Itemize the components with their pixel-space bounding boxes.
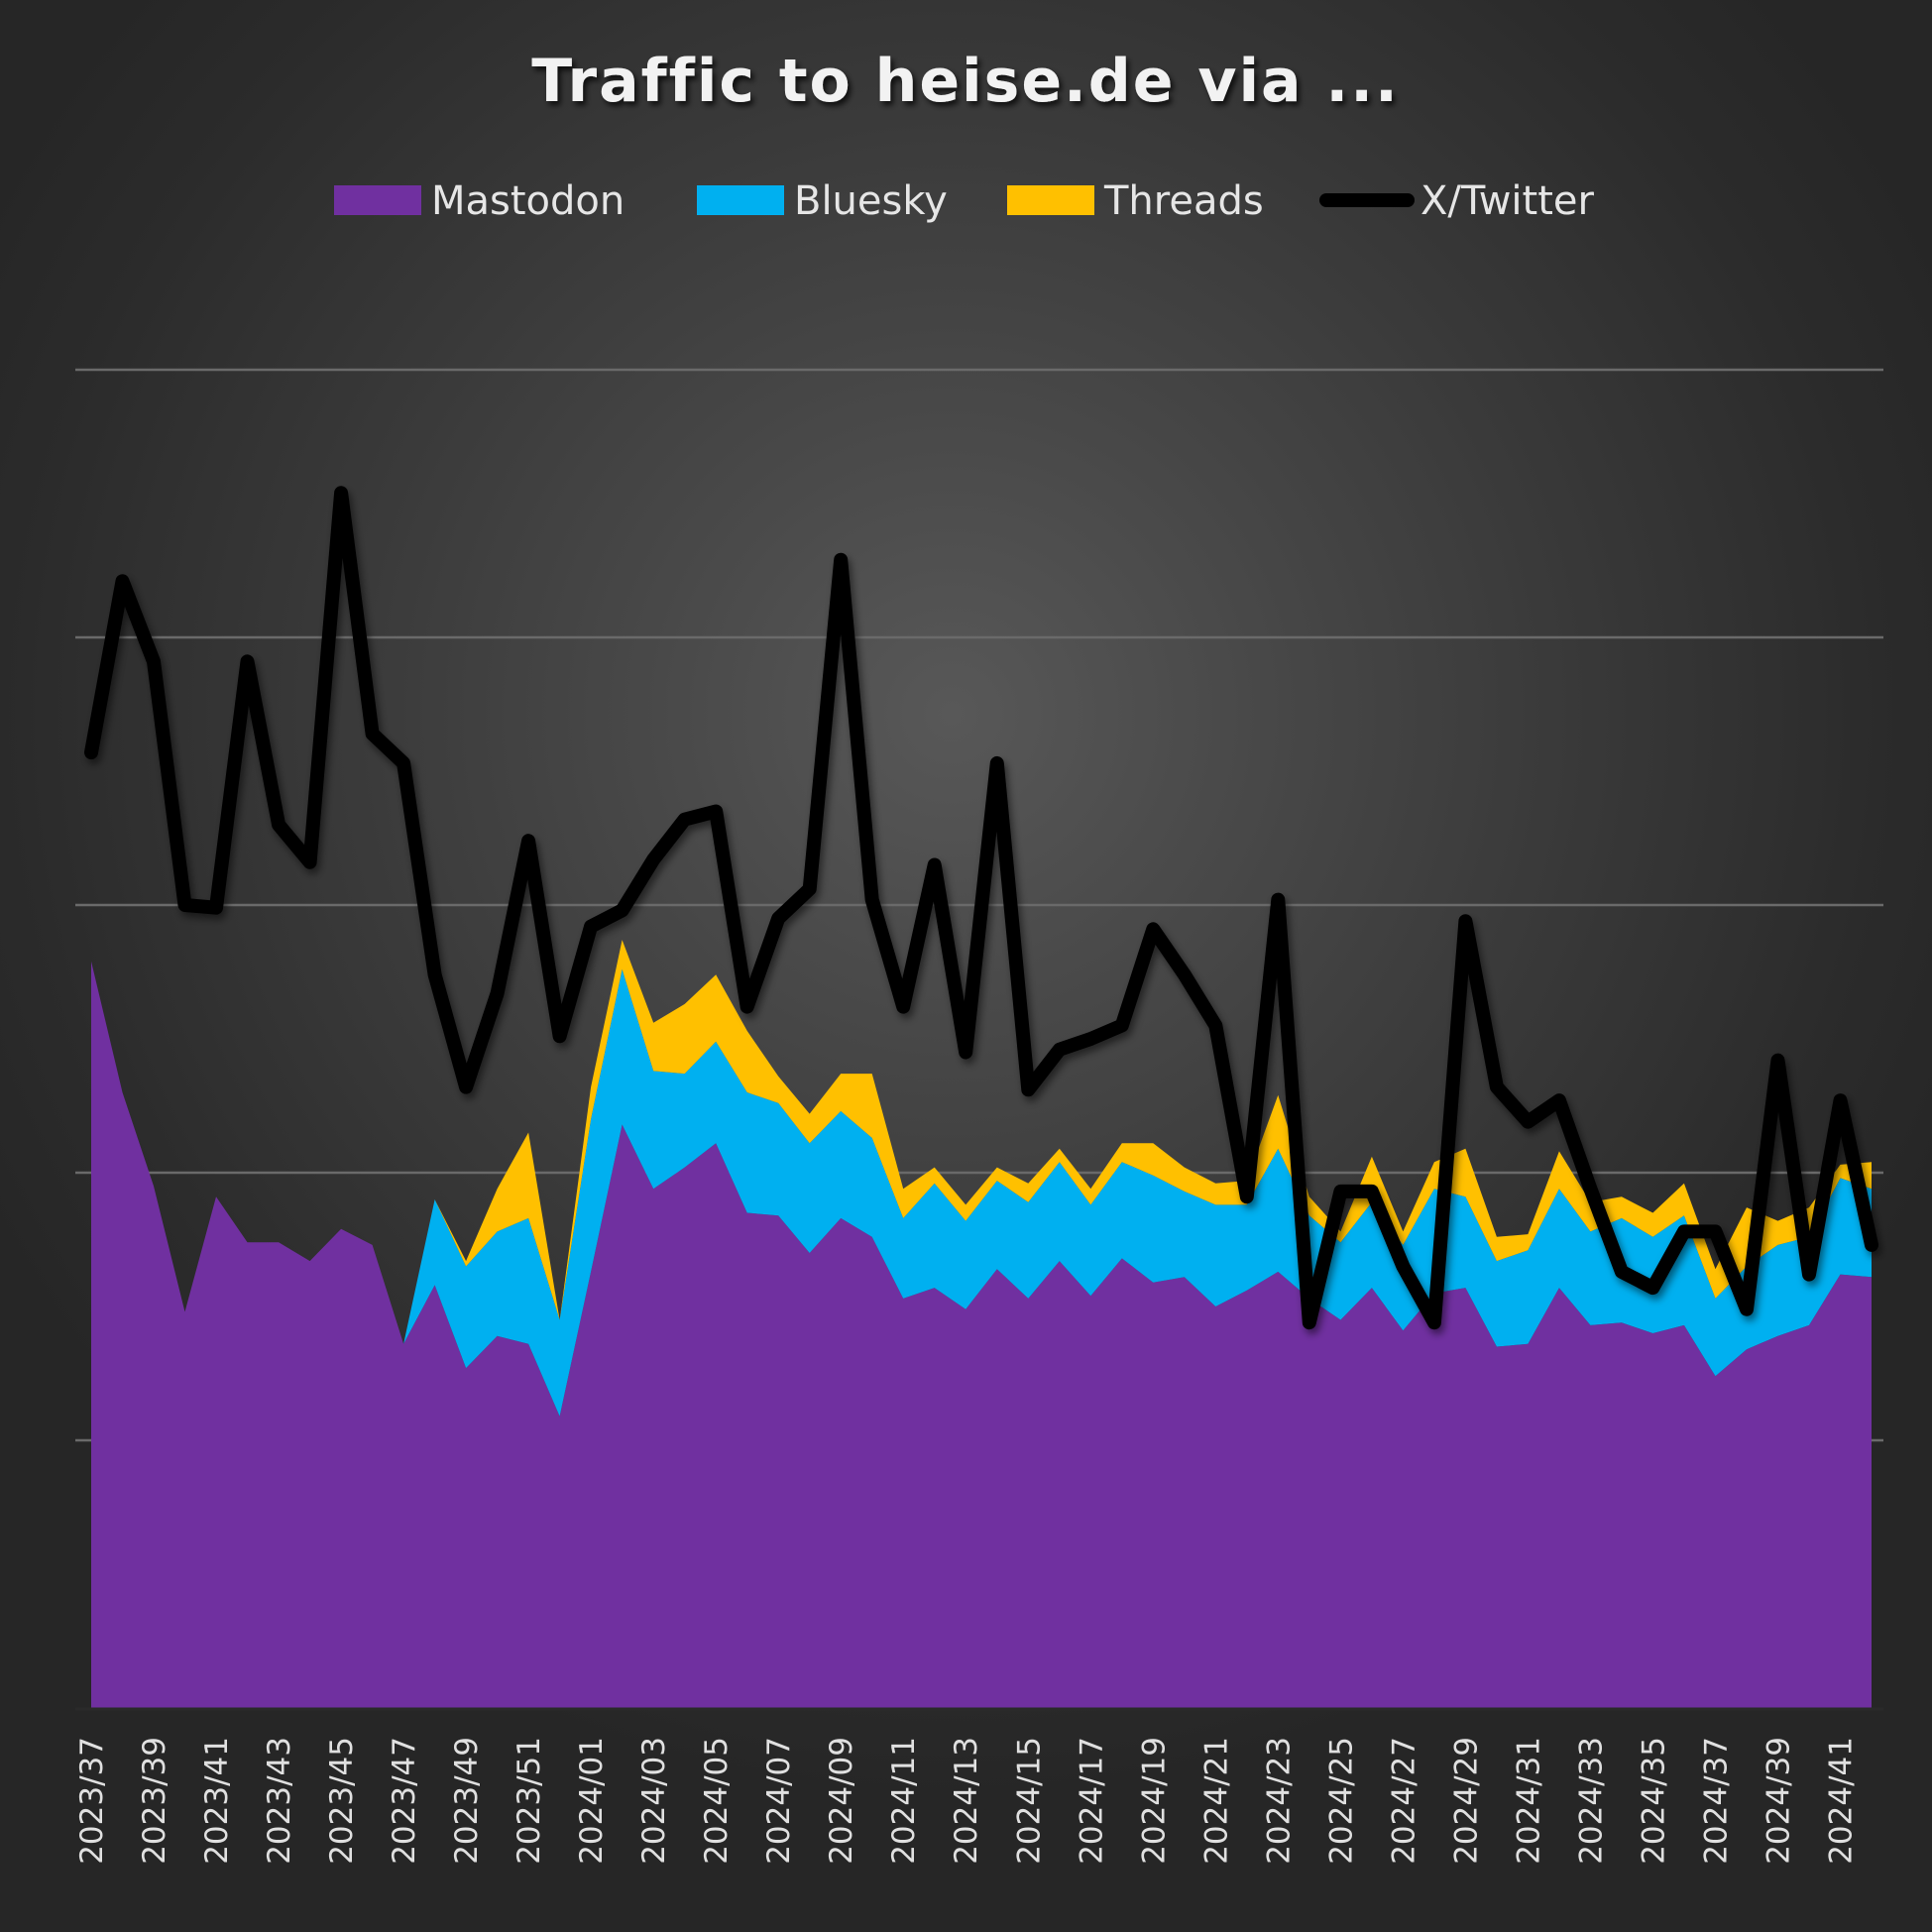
x-tick-label: 2023/51: [511, 1737, 547, 1865]
x-axis-tick-labels: 2023/37 2023/39 2023/41 2023/43 2023/45 2023/…: [74, 1737, 1860, 1865]
x-tick-label: 2024/23: [1261, 1737, 1297, 1865]
legend-item-mastodon[interactable]: Mastodon: [334, 178, 625, 224]
x-tick-label: 2024/37: [1699, 1737, 1735, 1865]
x-tick-label: 2023/47: [387, 1737, 422, 1865]
legend-swatch-mastodon: [334, 185, 421, 215]
x-tick-label: 2024/19: [1136, 1737, 1172, 1865]
x-tick-label: 2024/13: [949, 1737, 984, 1865]
x-tick-label: 2024/15: [1011, 1737, 1047, 1865]
chart: Traffic to heise.de via ... Mastodon Blu…: [74, 47, 1883, 1865]
legend-item-bluesky[interactable]: Bluesky: [697, 178, 948, 224]
x-tick-label: 2024/21: [1198, 1737, 1234, 1865]
x-tick-label: 2023/37: [74, 1737, 110, 1865]
x-tick-label: 2023/49: [449, 1737, 485, 1865]
legend-label-bluesky: Bluesky: [794, 178, 948, 224]
x-tick-label: 2024/33: [1573, 1737, 1609, 1865]
area-mastodon: [91, 961, 1872, 1708]
x-tick-label: 2024/25: [1323, 1737, 1359, 1865]
legend-label-mastodon: Mastodon: [431, 178, 625, 224]
x-tick-label: 2024/11: [886, 1737, 922, 1865]
x-tick-label: 2024/09: [824, 1737, 859, 1865]
x-tick-label: 2024/07: [761, 1737, 797, 1865]
x-tick-label: 2024/03: [636, 1737, 672, 1865]
x-tick-label: 2023/41: [199, 1737, 235, 1865]
legend-item-threads[interactable]: Threads: [1007, 178, 1264, 224]
legend-swatch-threads: [1007, 185, 1094, 215]
x-tick-label: 2024/05: [699, 1737, 735, 1865]
x-tick-label: 2024/41: [1824, 1737, 1860, 1865]
x-tick-label: 2024/35: [1636, 1737, 1671, 1865]
x-tick-label: 2024/27: [1386, 1737, 1421, 1865]
x-tick-label: 2023/39: [137, 1737, 172, 1865]
x-tick-label: 2024/29: [1448, 1737, 1484, 1865]
legend-label-x-twitter: X/Twitter: [1421, 178, 1594, 224]
legend-label-threads: Threads: [1103, 178, 1264, 224]
x-tick-label: 2024/01: [574, 1737, 610, 1865]
chart-title: Traffic to heise.de via ...: [531, 47, 1400, 116]
x-tick-label: 2023/43: [262, 1737, 297, 1865]
legend: Mastodon Bluesky Threads X/Twitter: [334, 178, 1594, 224]
legend-item-x-twitter[interactable]: X/Twitter: [1319, 178, 1594, 224]
x-tick-label: 2024/39: [1762, 1737, 1797, 1865]
legend-swatch-bluesky: [697, 185, 784, 215]
x-tick-label: 2024/17: [1074, 1737, 1109, 1865]
x-tick-label: 2023/45: [324, 1737, 360, 1865]
stacked-areas: [91, 940, 1872, 1708]
x-tick-label: 2024/31: [1511, 1737, 1546, 1865]
